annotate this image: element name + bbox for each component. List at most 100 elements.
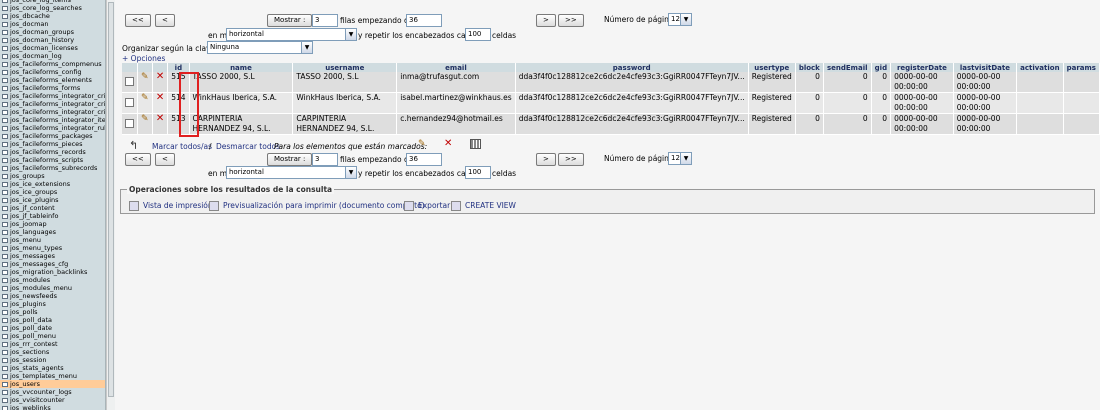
next-page-button[interactable]: > xyxy=(536,14,556,27)
rows-input-bottom[interactable]: 3 xyxy=(312,153,338,166)
edit-selected-icon[interactable]: ✎ xyxy=(418,139,426,149)
sidebar-item[interactable]: jos_groups xyxy=(0,172,105,180)
sidebar-item[interactable]: jos_facileforms_integrator_items xyxy=(0,116,105,124)
sidebar-item[interactable]: jos_migration_backlinks xyxy=(0,268,105,276)
start-input-bottom[interactable]: 36 xyxy=(406,153,442,166)
sidebar-item[interactable]: jos_rrr_contest xyxy=(0,340,105,348)
create-view-link[interactable]: CREATE VIEW xyxy=(451,201,516,211)
sidebar-item[interactable]: jos_newsfeeds xyxy=(0,292,105,300)
pencil-icon[interactable]: ✎ xyxy=(141,72,149,82)
print-view-link[interactable]: Vista de impresión xyxy=(129,201,213,211)
show-button-bottom[interactable]: Mostrar : xyxy=(267,153,313,166)
start-input[interactable]: 36 xyxy=(406,14,442,27)
sidebar-item[interactable]: jos_facileforms_compmenus xyxy=(0,60,105,68)
row-checkbox[interactable] xyxy=(125,98,134,107)
rows-input[interactable]: 3 xyxy=(312,14,338,27)
column-header-sendemail[interactable]: sendEmail xyxy=(823,63,872,72)
sidebar-item[interactable]: jos_dbcache xyxy=(0,12,105,20)
sidebar-item[interactable]: jos_facileforms_packages xyxy=(0,132,105,140)
sidebar-item[interactable]: jos_facileforms_integrator_rules xyxy=(0,124,105,132)
sidebar-item[interactable]: jos_facileforms_config xyxy=(0,68,105,76)
column-header-usertype[interactable]: usertype xyxy=(748,63,796,72)
sidebar-item[interactable]: jos_core_log_searches xyxy=(0,4,105,12)
sidebar-item[interactable]: jos_joomap xyxy=(0,220,105,228)
page-number-select[interactable]: 12 ▼ xyxy=(668,13,692,26)
delete-selected-icon[interactable]: ✕ xyxy=(444,138,452,149)
sidebar-item[interactable]: jos_facileforms_forms xyxy=(0,84,105,92)
sidebar-item[interactable]: jos_stats_agents xyxy=(0,364,105,372)
last-page-button-bottom[interactable]: >> xyxy=(558,153,584,166)
sidebar-item[interactable]: jos_facileforms_subrecords xyxy=(0,164,105,172)
sidebar-item[interactable]: jos_poll_menu xyxy=(0,332,105,340)
options-link[interactable]: + Opciones xyxy=(122,54,165,63)
sidebar-item[interactable]: jos_menu_types xyxy=(0,244,105,252)
column-header-activation[interactable]: activation xyxy=(1016,63,1064,72)
column-header-id[interactable]: id xyxy=(167,63,190,72)
sidebar-item[interactable]: jos_plugins xyxy=(0,300,105,308)
sidebar-item[interactable]: jos_vvcounter_logs xyxy=(0,388,105,396)
repeat-input-bottom[interactable]: 100 xyxy=(465,166,491,179)
uncheck-all-link[interactable]: Desmarcar todos xyxy=(216,142,280,151)
pencil-icon[interactable]: ✎ xyxy=(141,93,149,103)
sidebar-item[interactable]: jos_facileforms_integrator_criteria xyxy=(0,92,105,100)
sidebar-item[interactable]: jos_ice_groups xyxy=(0,188,105,196)
sidebar-item[interactable]: jos_modules_menu xyxy=(0,284,105,292)
column-header-registerdate[interactable]: registerDate xyxy=(890,63,954,72)
mode-select-bottom[interactable]: horizontal ▼ xyxy=(226,166,357,179)
column-header-params[interactable]: params xyxy=(1063,63,1100,72)
delete-icon[interactable]: ✕ xyxy=(156,93,164,104)
sidebar-item[interactable]: jos_sections xyxy=(0,348,105,356)
sidebar-item[interactable]: jos_templates_menu xyxy=(0,372,105,380)
sidebar-item[interactable]: jos_weblinks xyxy=(0,404,105,410)
sidebar-item[interactable]: jos_facileforms_integrator_criteria xyxy=(0,108,105,116)
sidebar-item[interactable]: jos_docman_log xyxy=(0,52,105,60)
sidebar-item[interactable]: jos_ice_plugins xyxy=(0,196,105,204)
pencil-icon[interactable]: ✎ xyxy=(141,114,149,124)
page-number-select-bottom[interactable]: 12 ▼ xyxy=(668,152,692,165)
sidebar-item[interactable]: jos_messages_cfg xyxy=(0,260,105,268)
sidebar-item[interactable]: jos_facileforms_records xyxy=(0,148,105,156)
sidebar-item[interactable]: jos_facileforms_integrator_criteria xyxy=(0,100,105,108)
column-header-password[interactable]: password xyxy=(515,63,749,72)
prev-page-button[interactable]: < xyxy=(155,14,175,27)
column-header-gid[interactable]: gid xyxy=(871,63,892,72)
first-page-button[interactable]: << xyxy=(125,14,151,27)
delete-icon[interactable]: ✕ xyxy=(156,114,164,125)
sidebar-item[interactable]: jos_users xyxy=(0,380,105,388)
export-selected-icon[interactable] xyxy=(470,139,481,149)
sidebar-item[interactable]: jos_facileforms_pieces xyxy=(0,140,105,148)
column-header-block[interactable]: block xyxy=(795,63,824,72)
print-preview-link[interactable]: Previsualización para imprimir (document… xyxy=(209,201,425,211)
sidebar-item[interactable]: jos_languages xyxy=(0,228,105,236)
sidebar-item[interactable]: jos_poll_date xyxy=(0,324,105,332)
sidebar-item[interactable]: jos_modules xyxy=(0,276,105,284)
export-link[interactable]: Exportar xyxy=(404,201,450,211)
sidebar-item[interactable]: jos_session xyxy=(0,356,105,364)
sidebar-item[interactable]: jos_poll_data xyxy=(0,316,105,324)
repeat-input[interactable]: 100 xyxy=(465,28,491,41)
sidebar-item[interactable]: jos_messages xyxy=(0,252,105,260)
sidebar-item[interactable]: jos_jf_content xyxy=(0,204,105,212)
delete-icon[interactable]: ✕ xyxy=(156,72,164,82)
sidebar-item[interactable]: jos_docman_history xyxy=(0,36,105,44)
last-page-button[interactable]: >> xyxy=(558,14,584,27)
sidebar-item[interactable]: jos_docman xyxy=(0,20,105,28)
sort-select[interactable]: Ninguna ▼ xyxy=(207,41,313,54)
column-header-lastvisitdate[interactable]: lastvisitDate xyxy=(953,63,1018,72)
column-header-username[interactable]: username xyxy=(292,63,398,72)
sidebar-item[interactable]: jos_jf_tableinfo xyxy=(0,212,105,220)
sidebar-item[interactable]: jos_facileforms_elements xyxy=(0,76,105,84)
row-checkbox[interactable] xyxy=(125,77,134,86)
show-button[interactable]: Mostrar : xyxy=(267,14,313,27)
sidebar-item[interactable]: jos_polls xyxy=(0,308,105,316)
next-page-button-bottom[interactable]: > xyxy=(536,153,556,166)
mode-select[interactable]: horizontal ▼ xyxy=(226,28,357,41)
sidebar-item[interactable]: jos_menu xyxy=(0,236,105,244)
sidebar-item[interactable]: jos_ice_extensions xyxy=(0,180,105,188)
check-all-link[interactable]: Marcar todos/as xyxy=(152,142,212,151)
sidebar-item[interactable]: jos_facileforms_scripts xyxy=(0,156,105,164)
column-header-email[interactable]: email xyxy=(396,63,516,72)
sidebar-item[interactable]: jos_docman_licenses xyxy=(0,44,105,52)
sidebar-item[interactable]: jos_docman_groups xyxy=(0,28,105,36)
sidebar-scrollbar[interactable] xyxy=(106,0,115,410)
